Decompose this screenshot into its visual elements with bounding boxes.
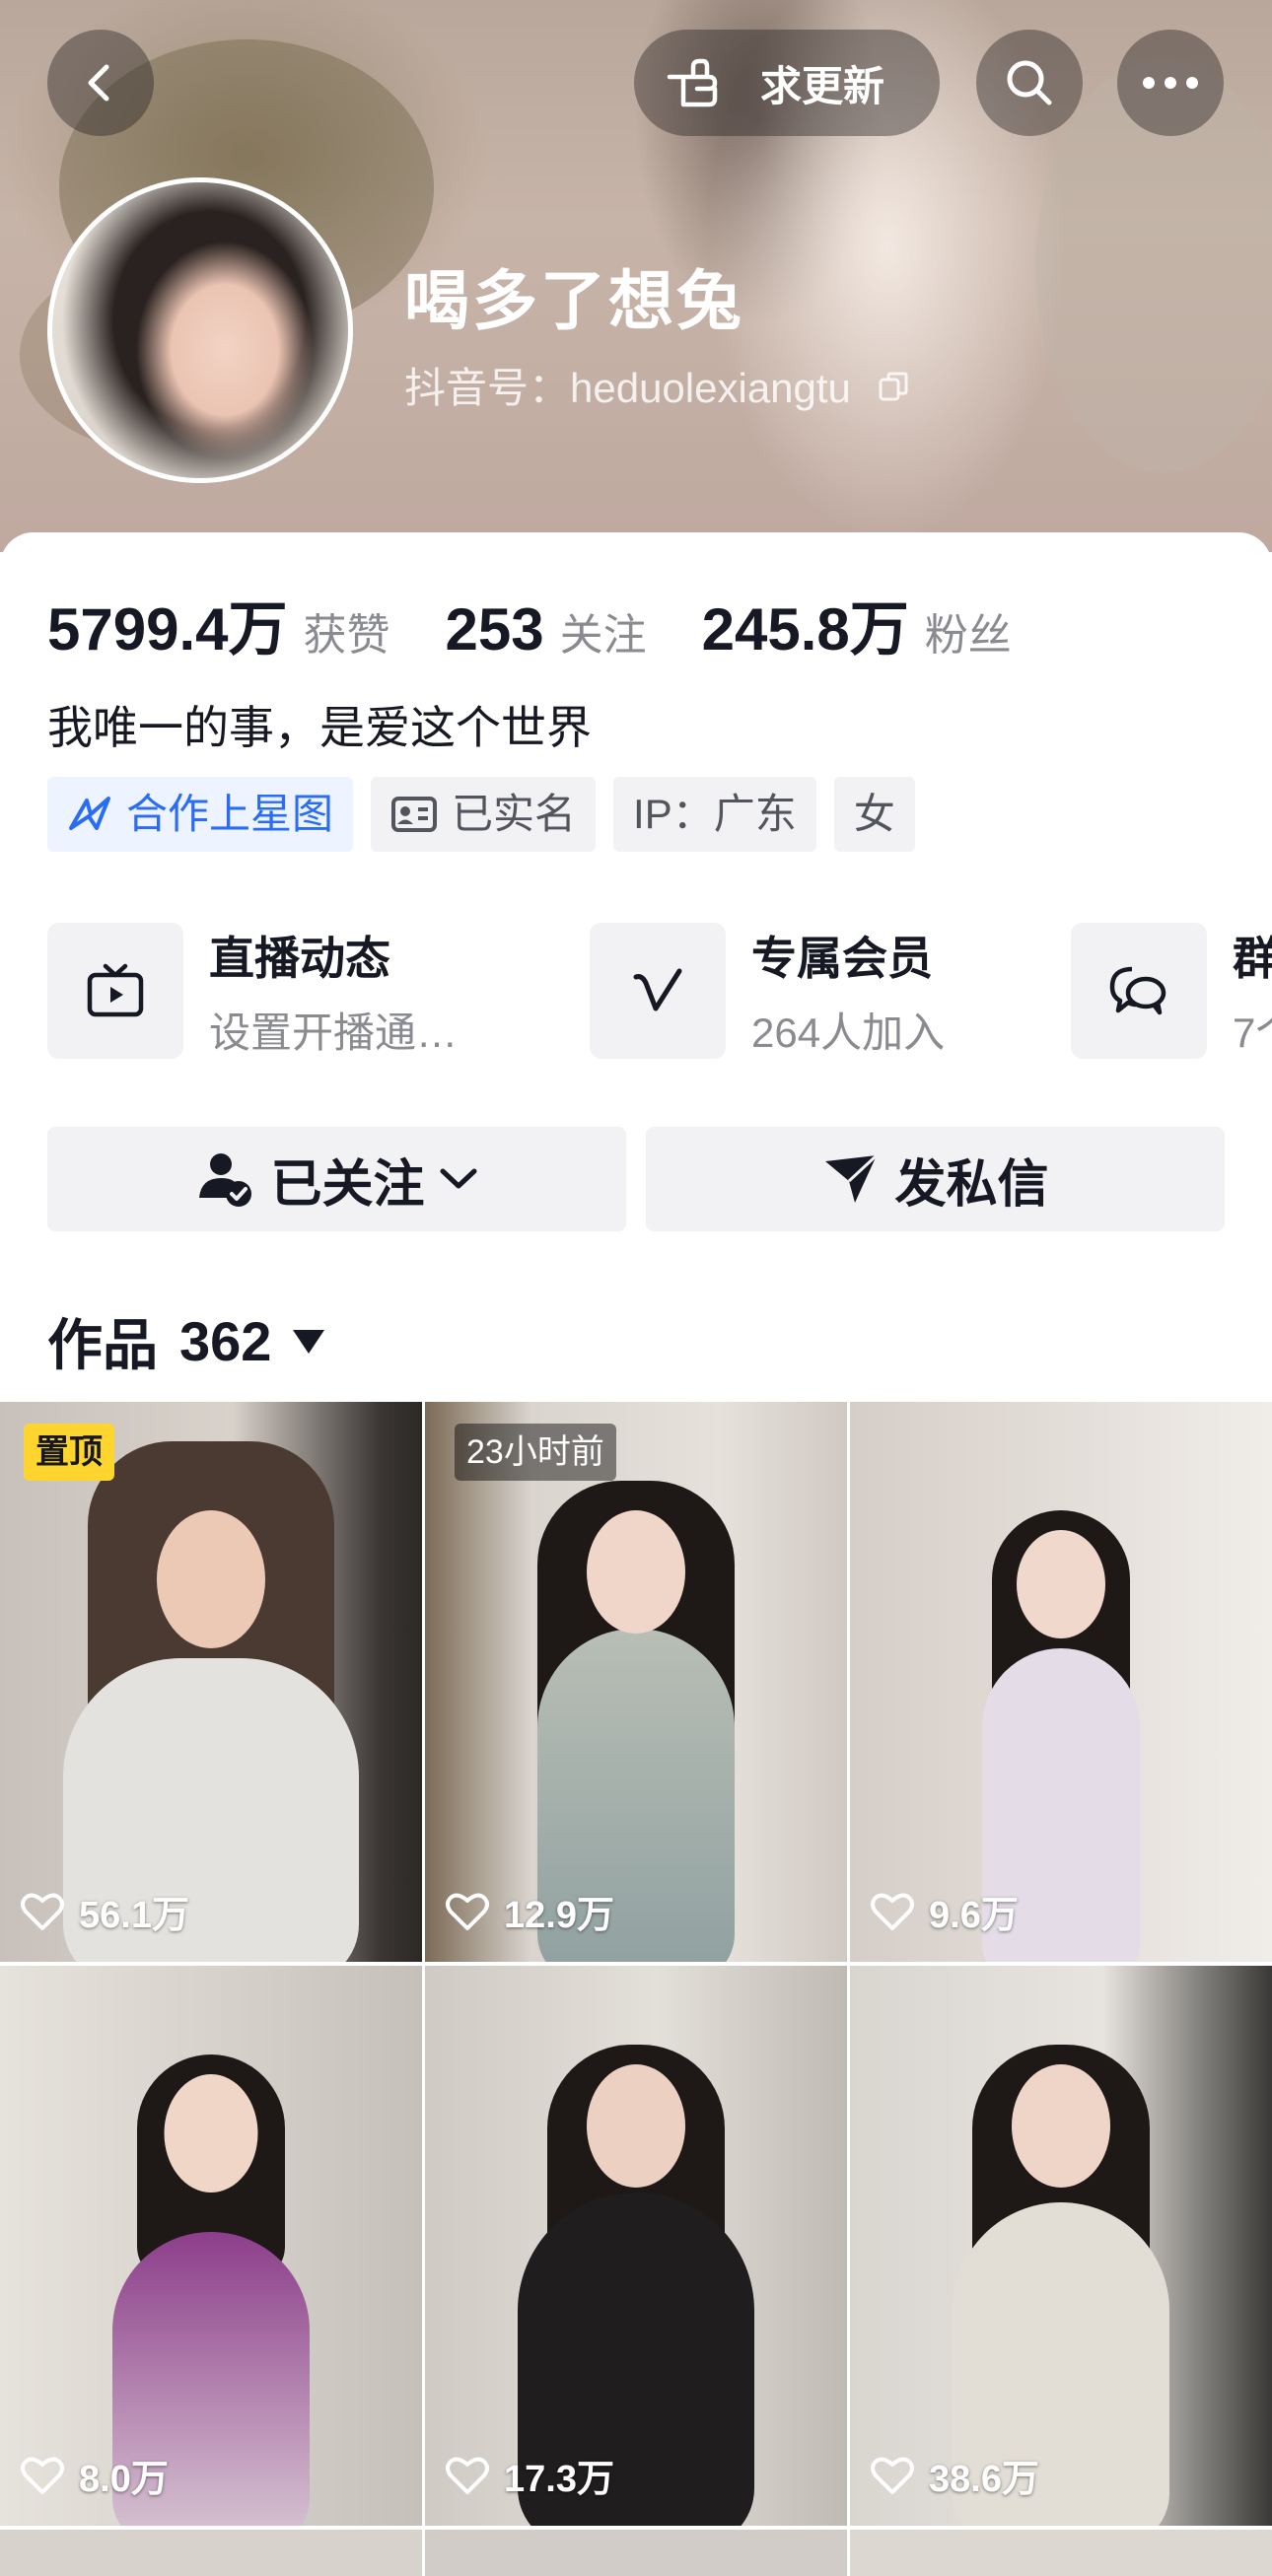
bio-text: 我唯一的事，是爱这个世界 xyxy=(47,702,592,753)
tag-row: 合作上星图 已实名 IP：广东 女 xyxy=(47,777,915,852)
nickname: 喝多了想兔 xyxy=(404,264,744,337)
group-title: 群 xyxy=(1233,932,1272,984)
likes-count: 12.9万 xyxy=(504,1895,614,1936)
heart-icon xyxy=(871,1893,914,1930)
tv-icon xyxy=(47,923,183,1059)
video-thumbnail[interactable] xyxy=(850,2530,1272,2576)
send-message-label: 发私信 xyxy=(894,1155,1049,1214)
back-arrow-icon xyxy=(88,64,109,102)
video-likes: 56.1万 xyxy=(20,1884,189,1938)
group-chat-entry[interactable]: 群 7个 xyxy=(1071,922,1272,1060)
live-updates-subtitle: 设置开播通… xyxy=(209,1009,459,1056)
video-likes: 9.6万 xyxy=(870,1884,1019,1938)
video-thumbnail[interactable]: 23小时前 12.9万 xyxy=(425,1402,847,1962)
followed-label: 已关注 xyxy=(270,1155,425,1214)
video-thumbnail[interactable]: 8.0万 xyxy=(0,1966,422,2526)
star-cooperation-tag[interactable]: 合作上星图 xyxy=(47,777,354,852)
douyin-id-text: 抖音号：heduolexiangtu xyxy=(404,365,851,411)
more-button[interactable] xyxy=(1117,30,1224,136)
verified-tag[interactable]: 已实名 xyxy=(371,777,597,852)
video-likes: 8.0万 xyxy=(20,2448,169,2502)
dropdown-triangle-icon xyxy=(293,1329,325,1354)
video-thumbnail[interactable]: 置顶 56.1万 xyxy=(0,1402,422,1962)
action-buttons: 已关注 发私信 xyxy=(47,1127,1225,1231)
group-subtitle: 7个 xyxy=(1233,1009,1272,1056)
likes-count: 8.0万 xyxy=(79,2459,169,2500)
following-label[interactable]: 关注 xyxy=(560,599,647,662)
heart-icon xyxy=(21,2457,64,2494)
user-check-icon xyxy=(199,1153,252,1207)
works-count: 362 xyxy=(179,1310,272,1372)
verified-label: 已实名 xyxy=(452,791,577,837)
stats-row: 5799.4万 获赞 253 关注 245.8万 粉丝 xyxy=(47,582,1067,667)
works-tab[interactable]: 作品 362 xyxy=(47,1301,325,1381)
heart-icon xyxy=(446,1893,489,1930)
more-dots-icon xyxy=(1143,77,1198,89)
likes-count: 17.3万 xyxy=(504,2459,614,2500)
video-thumbnail[interactable]: 9.6万 xyxy=(850,1402,1272,1962)
chevron-down-icon xyxy=(440,1168,476,1189)
followers-count[interactable]: 245.8万 xyxy=(702,582,909,667)
star-map-icon xyxy=(69,797,110,830)
chat-bubbles-icon xyxy=(1071,923,1207,1059)
video-grid: 置顶 56.1万 23小时前 12.9万 9.6万 8.0万 17.3万 38.… xyxy=(0,1402,1272,2576)
heart-icon xyxy=(871,2457,914,2494)
heart-icon xyxy=(21,1893,64,1930)
likes-count: 38.6万 xyxy=(929,2459,1039,2500)
douyin-id: 抖音号：heduolexiangtu xyxy=(404,355,912,415)
pinned-badge: 置顶 xyxy=(24,1424,114,1481)
vip-v-icon xyxy=(590,923,726,1059)
video-likes: 17.3万 xyxy=(445,2448,614,2502)
likes-label[interactable]: 获赞 xyxy=(304,599,390,662)
posted-time-badge: 23小时前 xyxy=(455,1424,616,1481)
video-thumbnail[interactable]: 17.3万 xyxy=(425,1966,847,2526)
likes-count[interactable]: 5799.4万 xyxy=(47,582,288,667)
following-count[interactable]: 253 xyxy=(446,595,544,663)
live-updates-title: 直播动态 xyxy=(209,932,390,984)
membership-title: 专属会员 xyxy=(751,932,933,984)
live-updates-entry[interactable]: 直播动态 设置开播通… xyxy=(47,922,458,1060)
gender-tag: 女 xyxy=(833,777,915,852)
request-update-button[interactable]: 求更新 xyxy=(634,30,940,136)
video-thumbnail[interactable] xyxy=(425,2530,847,2576)
works-label: 作品 xyxy=(47,1314,158,1376)
send-message-button[interactable]: 发私信 xyxy=(646,1127,1225,1231)
video-thumbnail[interactable]: 38.6万 xyxy=(850,1966,1272,2526)
feature-shortcuts: 直播动态 设置开播通… 专属会员 264人加入 群 7 xyxy=(47,922,1272,1060)
id-card-icon xyxy=(391,797,438,832)
search-button[interactable] xyxy=(976,30,1083,136)
back-button[interactable] xyxy=(47,30,154,136)
avatar[interactable] xyxy=(47,177,353,483)
likes-count: 9.6万 xyxy=(929,1895,1019,1936)
send-plane-icon xyxy=(825,1153,879,1203)
followed-button[interactable]: 已关注 xyxy=(47,1127,626,1231)
pointing-hand-icon xyxy=(667,58,718,107)
membership-subtitle: 264人加入 xyxy=(751,1009,946,1056)
search-icon xyxy=(1007,60,1052,105)
likes-count: 56.1万 xyxy=(79,1895,189,1936)
ip-location-tag: IP：广东 xyxy=(613,777,816,852)
heart-icon xyxy=(446,2457,489,2494)
request-update-label: 求更新 xyxy=(760,62,885,109)
video-thumbnail[interactable] xyxy=(0,2530,422,2576)
profile-cover: 求更新 喝多了想兔 抖音号：heduolexiangtu xyxy=(0,0,1272,552)
video-likes: 12.9万 xyxy=(445,1884,614,1938)
star-cooperation-label: 合作上星图 xyxy=(126,791,334,837)
exclusive-membership-entry[interactable]: 专属会员 264人加入 xyxy=(590,922,945,1060)
video-likes: 38.6万 xyxy=(870,2448,1039,2502)
copy-icon[interactable] xyxy=(877,368,912,415)
followers-label[interactable]: 粉丝 xyxy=(925,599,1012,662)
